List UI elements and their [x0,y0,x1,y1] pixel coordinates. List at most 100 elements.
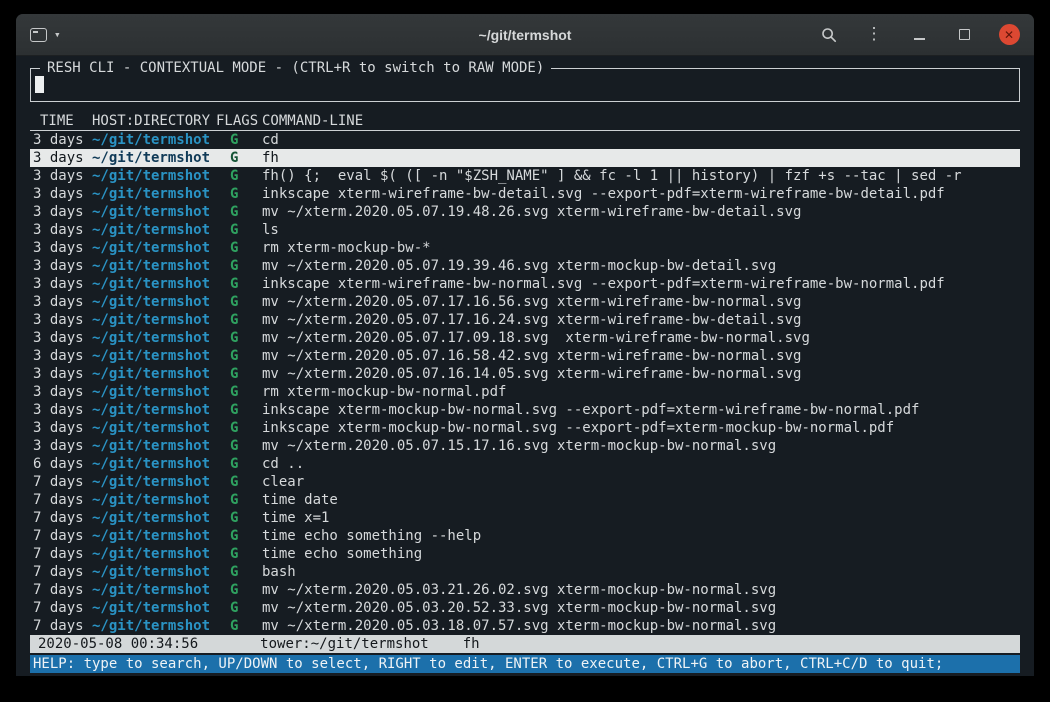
tab-dropdown-caret-icon[interactable]: ▾ [54,29,61,40]
row-flag: G [216,221,262,239]
row-command: inkscape xterm-wireframe-bw-normal.svg -… [262,275,1020,293]
history-row[interactable]: 7 days ~/git/termshot G mv ~/xterm.2020.… [30,617,1020,635]
history-row[interactable]: 3 days ~/git/termshot G mv ~/xterm.2020.… [30,365,1020,383]
row-time: 3 days [30,293,92,311]
row-flag: G [216,203,262,221]
history-row[interactable]: 3 days ~/git/termshot G mv ~/xterm.2020.… [30,257,1020,275]
row-command: fh [262,149,1020,167]
row-command: mv ~/xterm.2020.05.07.17.09.18.svg xterm… [262,329,1020,347]
history-row[interactable]: 7 days ~/git/termshot G time echo someth… [30,527,1020,545]
row-host: ~/git/termshot [92,257,216,275]
history-row[interactable]: 3 days ~/git/termshot G ls [30,221,1020,239]
row-time: 7 days [30,491,92,509]
menu-button[interactable]: ⋮ [863,24,885,46]
row-host: ~/git/termshot [92,203,216,221]
history-rows: 3 days ~/git/termshot G cd 3 days ~/git/… [30,131,1020,635]
row-flag: G [216,599,262,617]
minimize-button[interactable] [908,24,930,46]
row-flag: G [216,347,262,365]
row-command: mv ~/xterm.2020.05.07.17.16.56.svg xterm… [262,293,1020,311]
row-command: time x=1 [262,509,1020,527]
history-row[interactable]: 7 days ~/git/termshot G mv ~/xterm.2020.… [30,581,1020,599]
row-time: 7 days [30,527,92,545]
close-button[interactable]: ✕ [998,24,1020,46]
header-command: COMMAND-LINE [262,112,1020,130]
row-flag: G [216,311,262,329]
header-flags: FLAGS [216,112,262,130]
history-row[interactable]: 6 days ~/git/termshot G cd .. [30,455,1020,473]
new-tab-icon[interactable] [30,28,47,42]
history-row[interactable]: 3 days ~/git/termshot G mv ~/xterm.2020.… [30,329,1020,347]
history-row[interactable]: 7 days ~/git/termshot G time x=1 [30,509,1020,527]
history-row[interactable]: 3 days ~/git/termshot G rm xterm-mockup-… [30,383,1020,401]
row-time: 3 days [30,419,92,437]
row-host: ~/git/termshot [92,329,216,347]
terminal-content: RESH CLI - CONTEXTUAL MODE - (CTRL+R to … [16,56,1034,676]
history-row[interactable]: 7 days ~/git/termshot G time echo someth… [30,545,1020,563]
row-flag: G [216,509,262,527]
row-command: time echo something [262,545,1020,563]
row-flag: G [216,383,262,401]
history-header: TIME HOST:DIRECTORY FLAGS COMMAND-LINE [30,112,1020,131]
row-host: ~/git/termshot [92,401,216,419]
history-row[interactable]: 3 days ~/git/termshot G inkscape xterm-m… [30,419,1020,437]
search-button[interactable] [818,24,840,46]
row-host: ~/git/termshot [92,473,216,491]
history-row[interactable]: 3 days ~/git/termshot G cd [30,131,1020,149]
history-row[interactable]: 3 days ~/git/termshot G fh [30,149,1020,167]
row-command: fh() {; eval $( ([ -n "$ZSH_NAME" ] && f… [262,167,1020,185]
row-command: ls [262,221,1020,239]
history-row[interactable]: 7 days ~/git/termshot G clear [30,473,1020,491]
row-host: ~/git/termshot [92,131,216,149]
row-time: 3 days [30,365,92,383]
row-time: 7 days [30,617,92,635]
history-row[interactable]: 3 days ~/git/termshot G mv ~/xterm.2020.… [30,293,1020,311]
history-row[interactable]: 3 days ~/git/termshot G mv ~/xterm.2020.… [30,311,1020,329]
row-time: 3 days [30,311,92,329]
row-time: 7 days [30,509,92,527]
history-row[interactable]: 3 days ~/git/termshot G inkscape xterm-w… [30,275,1020,293]
window-title: ~/git/termshot [479,27,572,43]
history-row[interactable]: 3 days ~/git/termshot G mv ~/xterm.2020.… [30,437,1020,455]
row-time: 7 days [30,599,92,617]
history-row[interactable]: 3 days ~/git/termshot G rm xterm-mockup-… [30,239,1020,257]
search-icon [821,27,837,43]
terminal-window: ▾ ~/git/termshot ⋮ ✕ RESH CLI - CONTEXTU… [16,14,1034,676]
row-host: ~/git/termshot [92,275,216,293]
row-flag: G [216,437,262,455]
row-flag: G [216,473,262,491]
row-time: 3 days [30,203,92,221]
status-location: tower:~/git/termshot [260,635,429,653]
row-command: cd [262,131,1020,149]
row-host: ~/git/termshot [92,149,216,167]
row-flag: G [216,563,262,581]
mode-frame-title: RESH CLI - CONTEXTUAL MODE - (CTRL+R to … [40,59,551,77]
history-row[interactable]: 7 days ~/git/termshot G time date [30,491,1020,509]
history-row[interactable]: 7 days ~/git/termshot G bash [30,563,1020,581]
row-time: 7 days [30,581,92,599]
titlebar[interactable]: ▾ ~/git/termshot ⋮ ✕ [16,14,1034,56]
row-time: 3 days [30,437,92,455]
row-host: ~/git/termshot [92,365,216,383]
row-time: 3 days [30,401,92,419]
row-command: bash [262,563,1020,581]
row-host: ~/git/termshot [92,167,216,185]
row-command: mv ~/xterm.2020.05.07.15.17.16.svg xterm… [262,437,1020,455]
history-row[interactable]: 3 days ~/git/termshot G inkscape xterm-w… [30,185,1020,203]
history-row[interactable]: 3 days ~/git/termshot G inkscape xterm-m… [30,401,1020,419]
row-command: mv ~/xterm.2020.05.07.19.48.26.svg xterm… [262,203,1020,221]
history-row[interactable]: 3 days ~/git/termshot G mv ~/xterm.2020.… [30,347,1020,365]
row-flag: G [216,365,262,383]
header-host: HOST:DIRECTORY [92,112,216,130]
row-flag: G [216,167,262,185]
row-flag: G [216,617,262,635]
row-command: mv ~/xterm.2020.05.07.19.39.46.svg xterm… [262,257,1020,275]
restore-button[interactable] [953,24,975,46]
history-row[interactable]: 3 days ~/git/termshot G mv ~/xterm.2020.… [30,203,1020,221]
status-command: fh [463,635,480,653]
row-time: 3 days [30,383,92,401]
history-row[interactable]: 7 days ~/git/termshot G mv ~/xterm.2020.… [30,599,1020,617]
search-query-box[interactable]: RESH CLI - CONTEXTUAL MODE - (CTRL+R to … [30,68,1020,102]
history-row[interactable]: 3 days ~/git/termshot G fh() {; eval $( … [30,167,1020,185]
row-time: 3 days [30,149,92,167]
